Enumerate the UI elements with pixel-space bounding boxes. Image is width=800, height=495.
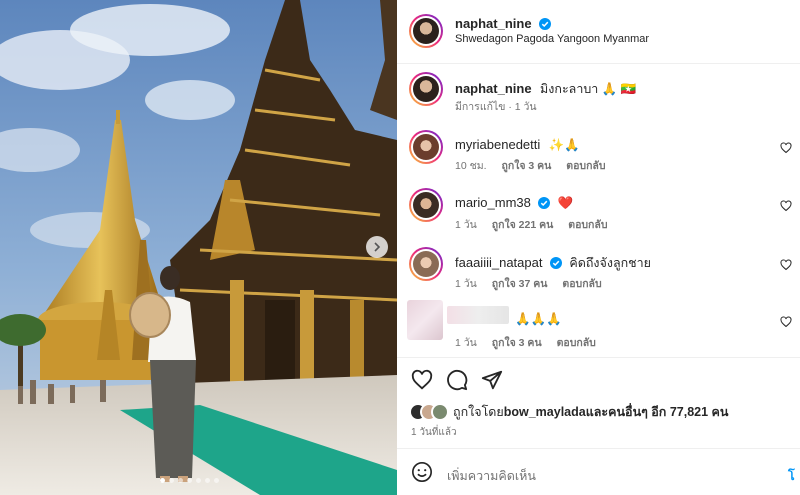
post-time: 1 วันที่แล้ว <box>411 427 457 438</box>
post-comment-button[interactable]: โ <box>788 466 795 486</box>
caption-edited: มีการแก้ไข · 1 วัน <box>455 101 537 113</box>
post-photo[interactable] <box>0 0 397 495</box>
liked-by-prefix: ถูกใจโดย <box>453 405 504 419</box>
avatar[interactable] <box>409 188 443 222</box>
heart-icon[interactable] <box>780 316 792 328</box>
verified-badge-icon <box>549 257 562 269</box>
pagoda-photo <box>0 0 397 495</box>
heart-icon[interactable] <box>780 259 792 271</box>
heart-icon[interactable] <box>780 142 792 154</box>
comment-text: ❤️ <box>557 196 574 210</box>
avatar[interactable] <box>409 247 443 281</box>
divider <box>397 357 800 358</box>
avatar[interactable] <box>409 130 443 164</box>
post-location[interactable]: Shwedagon Pagoda Yangoon Myanmar <box>455 33 649 45</box>
comment-item: faaaiiii_natapat คิดถึงจังลูกชาย <box>455 253 651 273</box>
comment-time: 1 วัน <box>455 219 477 231</box>
liked-by-suffix[interactable]: และคนอื่นๆ อีก 77,821 คน <box>586 402 729 422</box>
carousel-dot <box>169 478 174 483</box>
reply-button[interactable]: ตอบกลับ <box>562 278 601 290</box>
heart-icon[interactable] <box>780 200 792 212</box>
comment-likes[interactable]: ถูกใจ 3 คน <box>501 160 551 172</box>
divider <box>397 448 800 449</box>
comment-item: mario_mm38 ❤️ <box>455 194 573 212</box>
carousel-dot <box>178 478 183 483</box>
carousel-dot <box>214 478 219 483</box>
emoji-icon[interactable] <box>411 461 433 483</box>
reply-button[interactable]: ตอบกลับ <box>557 337 596 349</box>
comment-text: 🙏🙏🙏 <box>515 312 562 326</box>
comment-icon[interactable] <box>446 369 468 391</box>
avatar[interactable] <box>407 300 443 340</box>
carousel-dot <box>160 478 165 483</box>
next-photo-button[interactable] <box>366 236 388 258</box>
post-detail-panel: naphat_nine Shwedagon Pagoda Yangoon Mya… <box>397 0 800 495</box>
carousel-dot <box>205 478 210 483</box>
liked-by[interactable]: ถูกใจโดย bow_maylada และคนอื่นๆ อีก 77,8… <box>409 402 728 422</box>
comment-item: myriabenedetti ✨🙏 <box>455 136 580 154</box>
avatar[interactable] <box>409 14 443 48</box>
heart-icon[interactable] <box>411 369 433 391</box>
comment-text: คิดถึงจังลูกชาย <box>569 256 652 270</box>
post-username[interactable]: naphat_nine <box>455 16 532 31</box>
reply-button[interactable]: ตอบกลับ <box>566 160 605 172</box>
share-icon[interactable] <box>481 369 503 391</box>
add-comment-input[interactable]: เพิ่มความคิดเห็น <box>447 466 536 486</box>
comment-text: ✨🙏 <box>548 138 580 152</box>
liked-by-user[interactable]: bow_maylada <box>504 405 586 419</box>
caption-username[interactable]: naphat_nine <box>455 81 532 96</box>
verified-badge-icon <box>538 197 551 209</box>
avatar[interactable] <box>409 72 443 106</box>
comment-time: 1 วัน <box>455 337 477 349</box>
avatar <box>431 403 449 421</box>
reply-button[interactable]: ตอบกลับ <box>568 219 607 231</box>
comment-username[interactable]: myriabenedetti <box>455 137 540 152</box>
comment-time: 10 ชม. <box>455 160 487 172</box>
carousel-dot <box>187 478 192 483</box>
comment-item: 🙏🙏🙏 <box>515 310 562 328</box>
carousel-dot <box>196 478 201 483</box>
comment-time: 1 วัน <box>455 278 477 290</box>
post-header: naphat_nine Shwedagon Pagoda Yangoon Mya… <box>397 0 800 64</box>
comment-likes[interactable]: ถูกใจ 37 คน <box>492 278 548 290</box>
comment-username-redacted[interactable] <box>447 306 509 324</box>
comment-likes[interactable]: ถูกใจ 3 คน <box>492 337 542 349</box>
caption-text: มิงกะลาบา 🙏 🇲🇲 <box>540 82 637 96</box>
carousel-indicator <box>160 478 219 483</box>
comment-likes[interactable]: ถูกใจ 221 คน <box>492 219 554 231</box>
verified-badge-icon <box>539 18 552 30</box>
comment-username[interactable]: mario_mm38 <box>455 195 531 210</box>
chevron-right-icon <box>374 242 381 252</box>
comment-username[interactable]: faaaiiii_natapat <box>455 255 542 270</box>
